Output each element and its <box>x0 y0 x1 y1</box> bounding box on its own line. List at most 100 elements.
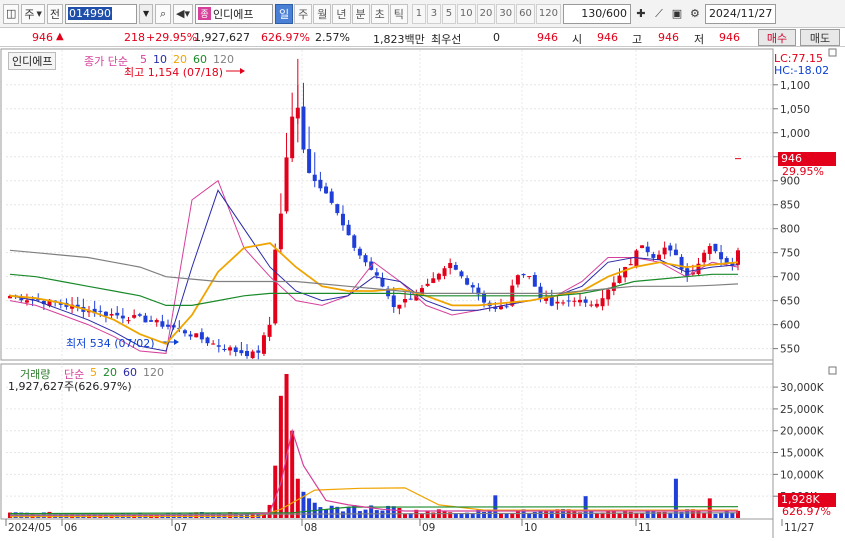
current-price-tag: 946 <box>778 152 836 166</box>
bar-count-total: /600 <box>602 7 627 20</box>
volume-bar <box>386 505 391 518</box>
tab-period-2[interactable]: 월 <box>313 3 332 24</box>
hc-label: HC:-18.02 <box>774 64 830 77</box>
candle-body <box>453 264 458 270</box>
quote-amount: 1,823백만 <box>373 33 425 46</box>
chart-area[interactable]: 1,1001,0501,0009509008508007507006506005… <box>0 48 845 541</box>
x-axis-label: 11/27 <box>784 522 814 534</box>
candle-body <box>606 289 611 300</box>
volume-bar <box>634 513 639 518</box>
n-period-120[interactable]: 120 <box>535 3 561 24</box>
low-value: 946 <box>719 31 740 44</box>
volume-bar <box>397 507 402 518</box>
candle-body <box>222 349 227 351</box>
toolbar: ◫ 주 ▼ 전 014990 ▼ ⌕ ◀▾ 종 인디에프 일주월년분초틱 1 3 5 10… <box>0 0 845 28</box>
code-dropdown-icon[interactable]: ▼ <box>139 3 154 24</box>
tab-period-5[interactable]: 초 <box>370 3 389 24</box>
candle-body <box>425 283 430 286</box>
candle-body <box>572 300 577 302</box>
up-arrow-icon: ▲ <box>56 31 64 42</box>
prev-button[interactable]: 전 <box>46 3 64 24</box>
candle-body <box>566 300 571 302</box>
candle-body <box>335 204 340 214</box>
panel-name: 인디에프 <box>8 52 57 70</box>
candle-body <box>651 254 656 258</box>
quote-row: 946 ▲ 218 +29.95% 1,927,627 626.97% 2.57… <box>0 28 845 47</box>
tab-period-4[interactable]: 분 <box>351 3 370 24</box>
n-period-10[interactable]: 10 <box>456 3 476 24</box>
candle-body <box>594 303 599 307</box>
sell-button[interactable]: 매도 <box>800 29 840 46</box>
quote-change: 218 <box>124 31 145 44</box>
price-axis-label: 750 <box>780 248 800 260</box>
candle-body <box>668 245 673 251</box>
high-value: 946 <box>658 31 679 44</box>
n-period-3[interactable]: 3 <box>426 3 441 24</box>
candle-body <box>233 347 238 353</box>
tab-period-3[interactable]: 년 <box>332 3 351 24</box>
stock-name-box[interactable]: 종 인디에프 <box>195 3 274 24</box>
speaker-icon[interactable]: ◀▾ <box>173 3 194 24</box>
candle-body <box>645 246 650 253</box>
tab-period-1[interactable]: 주 <box>294 3 313 24</box>
bar-count-field[interactable]: 130/600 <box>562 3 631 24</box>
n-period-5[interactable]: 5 <box>441 3 456 24</box>
open-value: 946 <box>597 31 618 44</box>
candle-body <box>312 174 317 182</box>
candle-body <box>143 315 148 323</box>
search-icon[interactable]: ⌕ <box>155 3 172 24</box>
crosshair-icon[interactable]: ✚ <box>633 5 649 23</box>
volume-bar <box>307 498 312 518</box>
volume-bar <box>419 514 424 518</box>
volume-bar <box>470 514 475 518</box>
price-axis-label: 700 <box>780 272 800 284</box>
candle-body <box>391 295 396 308</box>
n-period-60[interactable]: 60 <box>516 3 535 24</box>
stock-name: 인디에프 <box>213 7 254 21</box>
n-period-1[interactable]: 1 <box>411 3 426 24</box>
n-period-30[interactable]: 30 <box>496 3 516 24</box>
candle-body <box>211 343 216 345</box>
low-label: 저 <box>694 33 705 46</box>
name-chip: 종 <box>198 7 212 20</box>
draw-trend-icon[interactable]: ⟋ <box>651 5 667 23</box>
quote-vol-ratio: 626.97% <box>261 31 310 44</box>
price-axis-label: 550 <box>780 344 800 356</box>
x-axis-label: 06 <box>64 522 78 534</box>
candle-body <box>126 320 131 322</box>
candle-body <box>679 256 684 270</box>
date-field[interactable]: 2024/11/27 <box>704 3 777 24</box>
x-axis-label: 09 <box>422 522 435 534</box>
tab-period-0[interactable]: 일 <box>275 3 294 24</box>
buy-button[interactable]: 매수 <box>758 29 796 46</box>
candle-body <box>442 268 447 276</box>
candle-body <box>340 213 345 226</box>
chart-type-icon[interactable]: ◫ <box>3 3 20 24</box>
n-period-20[interactable]: 20 <box>476 3 496 24</box>
stock-code-input[interactable]: 014990 <box>65 3 138 24</box>
price-axis-label: 1,100 <box>780 80 810 92</box>
candle-body <box>329 191 334 203</box>
candle-body <box>363 255 368 263</box>
candle-body <box>521 273 526 276</box>
candle-body <box>154 319 159 323</box>
candle-body <box>132 315 137 318</box>
gear-icon[interactable]: ⚙ <box>687 5 703 23</box>
candle-body <box>216 345 221 347</box>
market-select[interactable]: 주 ▼ <box>21 3 45 24</box>
candle-body <box>205 337 210 344</box>
candle-body <box>448 263 453 269</box>
chevron-down-icon: ▼ <box>36 9 42 18</box>
volume-bar <box>504 513 509 518</box>
save-icon[interactable]: ▣ <box>669 5 685 23</box>
current-pct-tag: 29.95% <box>782 165 824 178</box>
quote-price: 946 <box>32 31 53 44</box>
volume-bar <box>713 513 718 518</box>
candle-body <box>357 248 362 256</box>
volume-bar <box>673 478 678 518</box>
pref-label: 최우선 <box>431 33 462 46</box>
candle-body <box>199 332 204 340</box>
tab-period-6[interactable]: 틱 <box>389 3 408 24</box>
volume-bar <box>515 510 520 518</box>
volume-bar <box>357 511 362 518</box>
